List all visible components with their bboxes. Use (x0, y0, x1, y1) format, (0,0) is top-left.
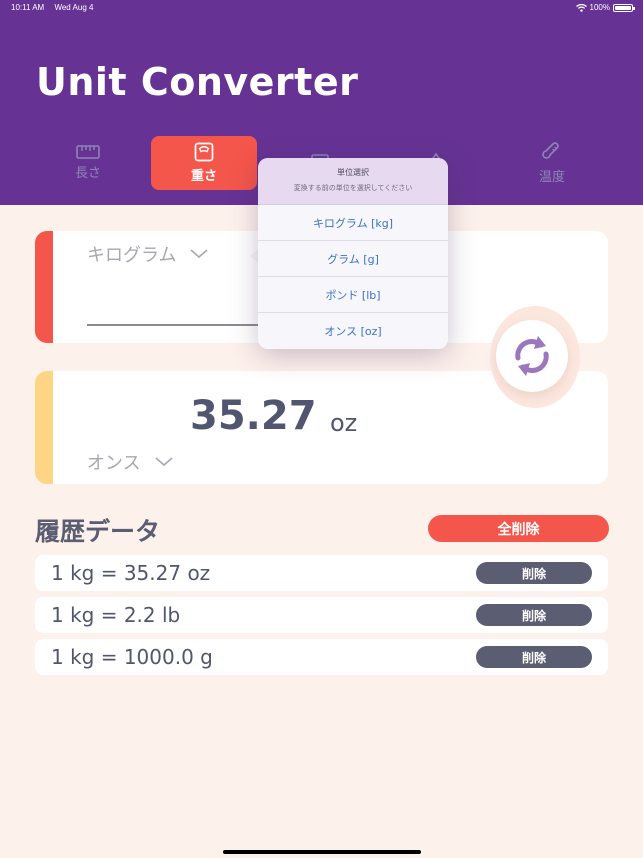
ruler-icon (76, 145, 100, 159)
swap-arrows-icon (515, 336, 549, 376)
history-title: 履歴データ (35, 517, 161, 546)
history-row: 1 kg = 1000.0 g 削除 (35, 639, 608, 675)
unit-option-kg[interactable]: キログラム [kg] (258, 205, 448, 241)
to-unit-label: オンス (87, 453, 141, 474)
swap-units-button[interactable] (496, 320, 568, 392)
clear-all-button[interactable]: 全削除 (428, 515, 609, 542)
unit-option-lb[interactable]: ポンド [lb] (258, 277, 448, 313)
converted-value: 35.27 (190, 393, 317, 439)
popover-subtitle: 変換する前の単位を選択してください (293, 184, 413, 192)
battery-icon (613, 3, 635, 12)
tab-length[interactable]: 長さ (35, 136, 141, 190)
battery-percent: 100% (589, 3, 610, 12)
history-entry: 1 kg = 1000.0 g (51, 645, 213, 669)
home-indicator (223, 850, 421, 854)
wifi-icon (575, 3, 587, 12)
history-row: 1 kg = 2.2 lb 削除 (35, 597, 608, 633)
popover-header: 単位選択 変換する前の単位を選択してください (258, 158, 448, 205)
converted-unit-symbol: oz (330, 409, 358, 437)
history-entry: 1 kg = 35.27 oz (51, 561, 211, 585)
history-row: 1 kg = 35.27 oz 削除 (35, 555, 608, 591)
unit-option-oz[interactable]: オンス [oz] (258, 313, 448, 349)
thermometer-icon (542, 142, 559, 159)
from-unit-label: キログラム (87, 245, 177, 266)
tab-label: 温度 (538, 170, 565, 185)
app-title: Unit Converter (36, 60, 359, 104)
to-stripe (35, 371, 53, 484)
delete-button[interactable]: 削除 (476, 646, 592, 668)
chevron-down-icon (155, 457, 173, 467)
to-unit-select[interactable]: オンス (87, 449, 173, 475)
status-date: Wed Aug 4 (54, 3, 94, 12)
scale-icon (194, 142, 214, 162)
status-bar: 10:11 AM Wed Aug 4 100% (0, 0, 643, 16)
from-unit-select[interactable]: キログラム (87, 241, 208, 267)
tab-weight[interactable]: 重さ (151, 136, 257, 190)
history-entry: 1 kg = 2.2 lb (51, 603, 181, 627)
tab-label: 重さ (190, 169, 217, 184)
status-time: 10:11 AM (11, 3, 45, 12)
unit-picker-popover: 単位選択 変換する前の単位を選択してください キログラム [kg] グラム [g… (258, 158, 448, 349)
chevron-down-icon (190, 249, 208, 259)
from-value-input[interactable] (87, 324, 287, 326)
from-stripe (35, 231, 53, 343)
popover-title: 単位選択 (337, 168, 369, 177)
tab-label: 長さ (74, 166, 101, 181)
unit-option-g[interactable]: グラム [g] (258, 241, 448, 277)
delete-button[interactable]: 削除 (476, 604, 592, 626)
delete-button[interactable]: 削除 (476, 562, 592, 584)
tab-temperature[interactable]: 温度 (499, 136, 605, 190)
